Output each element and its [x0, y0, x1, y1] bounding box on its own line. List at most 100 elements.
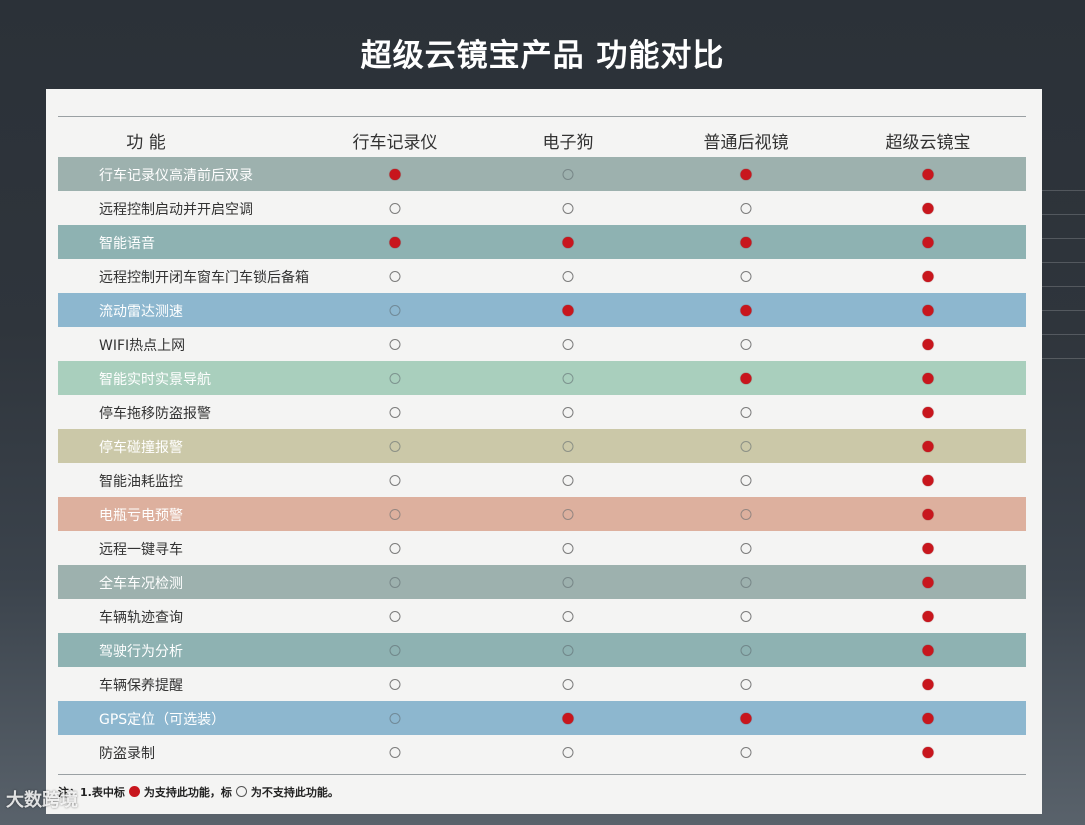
unsupported-circle-icon — [389, 611, 401, 622]
bottom-rule — [58, 774, 1026, 775]
feature-label: 远程控制开闭车窗车门车锁后备箱 — [99, 270, 309, 286]
unsupported-circle-icon — [740, 543, 752, 554]
footnote-supported: 为支持此功能，标 — [143, 786, 232, 799]
table-body: 行车记录仪高清前后双录 远程控制启动并开启空调 智能语音远程控制开闭车窗车门车锁后备… — [58, 157, 1026, 769]
feature-label: 停车拖移防盗报警 — [99, 406, 211, 422]
table-row: 全车车况检测 — [58, 565, 1026, 599]
supported-dot-icon — [389, 237, 401, 248]
table-row: 防盗录制 — [58, 735, 1026, 769]
feature-label: 全车车况检测 — [99, 576, 183, 592]
supported-dot-icon — [922, 373, 934, 384]
supported-dot-icon — [922, 237, 934, 248]
table-row: GPS定位（可选装） — [58, 701, 1026, 735]
feature-label: 流动雷达测速 — [99, 304, 183, 320]
feature-label: 停车碰撞报警 — [99, 440, 183, 456]
table-row: 驾驶行为分析 — [58, 633, 1026, 667]
background-lines — [1040, 190, 1085, 390]
supported-dot-icon — [562, 713, 574, 724]
unsupported-circle-icon — [389, 509, 401, 520]
top-rule — [58, 116, 1026, 117]
table-row: 行车记录仪高清前后双录 — [58, 157, 1026, 191]
feature-label: 车辆保养提醒 — [99, 678, 183, 694]
supported-dot-icon — [922, 747, 934, 758]
unsupported-circle-icon — [562, 203, 574, 214]
supported-dot-icon — [922, 169, 934, 180]
supported-dot-icon — [740, 373, 752, 384]
table-row: 智能油耗监控 — [58, 463, 1026, 497]
feature-label: WIFI热点上网 — [99, 338, 186, 354]
supported-dot-icon — [922, 271, 934, 282]
feature-label: 远程一键寻车 — [99, 542, 183, 558]
supported-dot-icon — [922, 339, 934, 350]
supported-dot-icon — [128, 786, 140, 797]
supported-dot-icon — [922, 509, 934, 520]
unsupported-circle-icon — [562, 373, 574, 384]
supported-dot-icon — [922, 407, 934, 418]
feature-label: 远程控制启动并开启空调 — [99, 202, 253, 218]
supported-dot-icon — [922, 679, 934, 690]
unsupported-circle-icon — [562, 577, 574, 588]
supported-dot-icon — [922, 543, 934, 554]
header-radar-detector: 电子狗 — [542, 133, 594, 153]
supported-dot-icon — [389, 169, 401, 180]
feature-label: 行车记录仪高清前后双录 — [99, 168, 253, 184]
unsupported-circle-icon — [562, 475, 574, 486]
unsupported-circle-icon — [562, 441, 574, 452]
unsupported-circle-icon — [740, 339, 752, 350]
unsupported-circle-icon — [740, 203, 752, 214]
unsupported-circle-icon — [389, 441, 401, 452]
unsupported-circle-icon — [562, 543, 574, 554]
unsupported-circle-icon — [740, 407, 752, 418]
header-feature: 功 能 — [126, 133, 166, 153]
supported-dot-icon — [922, 203, 934, 214]
unsupported-circle-icon — [740, 747, 752, 758]
supported-dot-icon — [740, 237, 752, 248]
unsupported-circle-icon — [562, 679, 574, 690]
header-dashcam: 行车记录仪 — [352, 133, 438, 153]
unsupported-circle-icon — [562, 339, 574, 350]
unsupported-circle-icon — [562, 407, 574, 418]
table-row: 流动雷达测速 — [58, 293, 1026, 327]
table-row: 远程控制启动并开启空调 — [58, 191, 1026, 225]
table-row: 远程控制开闭车窗车门车锁后备箱 — [58, 259, 1026, 293]
unsupported-circle-icon — [389, 271, 401, 282]
feature-label: 电瓶亏电预警 — [99, 508, 183, 524]
unsupported-circle-icon — [740, 509, 752, 520]
unsupported-circle-icon — [389, 645, 401, 656]
supported-dot-icon — [922, 475, 934, 486]
comparison-panel: 功 能 行车记录仪 电子狗 普通后视镜 超级云镜宝 行车记录仪高清前后双录 远程控… — [46, 89, 1042, 814]
unsupported-circle-icon — [389, 679, 401, 690]
table-header: 功 能 行车记录仪 电子狗 普通后视镜 超级云镜宝 — [58, 123, 1026, 157]
unsupported-circle-icon — [562, 611, 574, 622]
supported-dot-icon — [740, 169, 752, 180]
feature-label: 车辆轨迹查询 — [99, 610, 183, 626]
unsupported-circle-icon — [740, 611, 752, 622]
supported-dot-icon — [922, 645, 934, 656]
header-cloud-mirror: 超级云镜宝 — [885, 133, 971, 153]
table-row: 停车碰撞报警 — [58, 429, 1026, 463]
unsupported-circle-icon — [562, 169, 574, 180]
unsupported-circle-icon — [740, 645, 752, 656]
header-regular-mirror: 普通后视镜 — [703, 133, 789, 153]
unsupported-circle-icon — [389, 747, 401, 758]
unsupported-circle-icon — [389, 407, 401, 418]
feature-label: 智能实时实景导航 — [99, 372, 211, 388]
supported-dot-icon — [922, 577, 934, 588]
unsupported-circle-icon — [562, 509, 574, 520]
feature-label: 智能语音 — [99, 236, 155, 252]
supported-dot-icon — [740, 305, 752, 316]
unsupported-circle-icon — [740, 577, 752, 588]
watermark-logo: 大数跨境 — [6, 786, 78, 812]
supported-dot-icon — [922, 441, 934, 452]
unsupported-circle-icon — [389, 713, 401, 724]
table-row: 远程一键寻车 — [58, 531, 1026, 565]
unsupported-circle-icon — [389, 203, 401, 214]
supported-dot-icon — [922, 305, 934, 316]
table-row: 智能语音 — [58, 225, 1026, 259]
supported-dot-icon — [562, 237, 574, 248]
unsupported-circle-icon — [389, 543, 401, 554]
supported-dot-icon — [922, 713, 934, 724]
table-row: 停车拖移防盗报警 — [58, 395, 1026, 429]
feature-label: 智能油耗监控 — [99, 474, 183, 490]
unsupported-circle-icon — [235, 786, 247, 797]
